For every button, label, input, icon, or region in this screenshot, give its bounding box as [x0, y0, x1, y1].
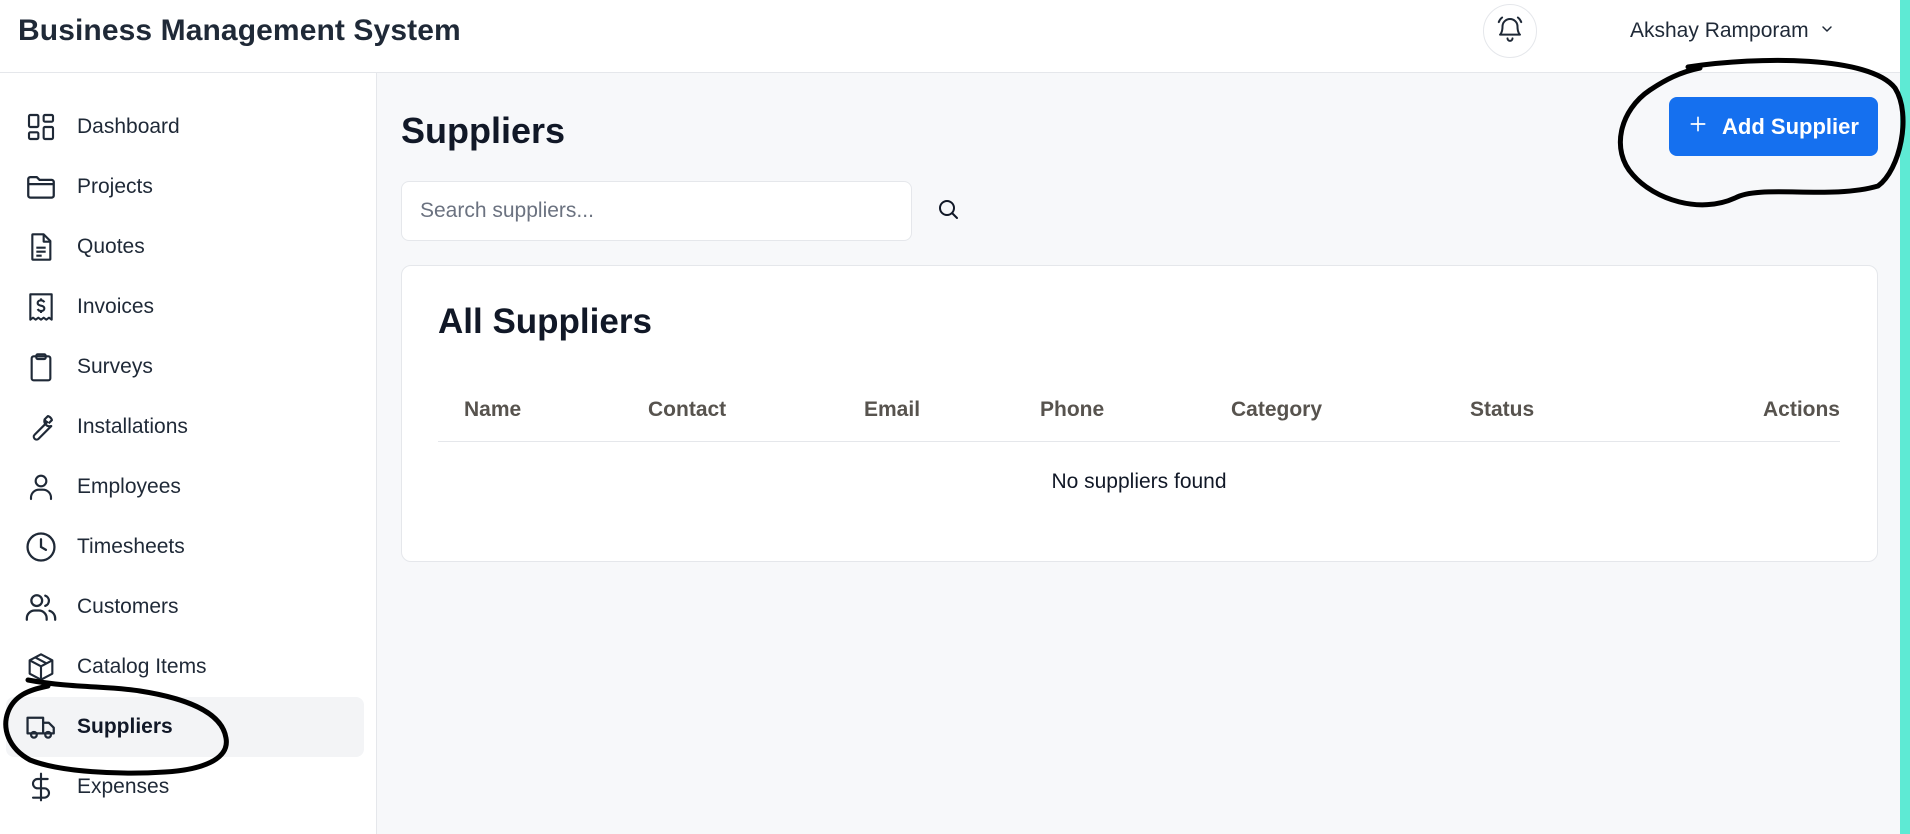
add-supplier-button[interactable]: Add Supplier	[1669, 97, 1878, 156]
document-icon	[24, 230, 58, 264]
column-header-phone: Phone	[1040, 398, 1105, 421]
sidebar-item-label: Projects	[77, 175, 153, 198]
plus-icon	[1688, 114, 1708, 140]
sidebar-item-label: Timesheets	[77, 535, 185, 558]
wrench-icon	[24, 410, 58, 444]
sidebar-item-surveys[interactable]: Surveys	[6, 337, 364, 397]
sidebar-item-label: Suppliers	[77, 715, 173, 738]
suppliers-card: All Suppliers Name Contact Email Phone C…	[401, 265, 1878, 562]
column-header-name: Name	[464, 398, 522, 421]
sidebar-item-installations[interactable]: Installations	[6, 397, 364, 457]
package-icon	[24, 650, 58, 684]
clock-icon	[24, 530, 58, 564]
sidebar-item-employees[interactable]: Employees	[6, 457, 364, 517]
sidebar-item-expenses[interactable]: Expenses	[6, 757, 364, 817]
clipboard-icon	[24, 350, 58, 384]
truck-icon	[24, 710, 58, 744]
sidebar-item-invoices[interactable]: Invoices	[6, 277, 364, 337]
sidebar-item-label: Invoices	[77, 295, 155, 318]
sidebar-item-label: Customers	[77, 595, 179, 618]
sidebar-item-suppliers[interactable]: Suppliers	[6, 697, 364, 757]
column-header-actions: Actions	[1762, 398, 1840, 421]
sidebar: Dashboard Projects Quotes Invoices Surve…	[0, 73, 377, 834]
main-content: Suppliers Add Supplier All Suppliers Nam…	[377, 73, 1900, 834]
user-name: Akshay Ramporam	[1630, 19, 1809, 42]
app-title: Business Management System	[18, 14, 461, 47]
dashboard-icon	[24, 110, 58, 144]
add-supplier-label: Add Supplier	[1722, 113, 1859, 139]
column-header-status: Status	[1470, 398, 1535, 421]
sidebar-item-label: Dashboard	[77, 115, 180, 138]
top-header: Business Management System Akshay Rampor…	[0, 0, 1900, 73]
card-title: All Suppliers	[438, 302, 652, 341]
page-title: Suppliers	[401, 110, 566, 151]
table-header: Name Contact Email Phone Category Status…	[438, 386, 1840, 442]
sidebar-item-label: Expenses	[77, 775, 170, 798]
sidebar-item-timesheets[interactable]: Timesheets	[6, 517, 364, 577]
column-header-category: Category	[1231, 398, 1323, 421]
folder-icon	[24, 170, 58, 204]
column-header-email: Email	[864, 398, 921, 421]
receipt-icon	[24, 290, 58, 324]
sidebar-item-catalog-items[interactable]: Catalog Items	[6, 637, 364, 697]
sidebar-item-label: Surveys	[77, 355, 153, 378]
search-button[interactable]	[930, 193, 966, 229]
window-edge	[1900, 0, 1910, 834]
dollar-icon	[24, 770, 58, 804]
sidebar-item-customers[interactable]: Customers	[6, 577, 364, 637]
search-icon	[936, 197, 960, 226]
sidebar-item-dashboard[interactable]: Dashboard	[6, 97, 364, 157]
user-menu[interactable]: Akshay Ramporam	[1630, 16, 1835, 46]
bell-icon	[1495, 14, 1525, 49]
app-window: Business Management System Akshay Rampor…	[0, 0, 1910, 834]
search-input[interactable]	[402, 182, 911, 240]
sidebar-item-quotes[interactable]: Quotes	[6, 217, 364, 277]
sidebar-item-label: Quotes	[77, 235, 145, 258]
sidebar-item-projects[interactable]: Projects	[6, 157, 364, 217]
empty-state-message: No suppliers found	[1051, 470, 1227, 493]
notifications-button[interactable]	[1483, 4, 1537, 58]
sidebar-item-label: Installations	[77, 415, 188, 438]
chevron-down-icon	[1819, 21, 1835, 42]
sidebar-item-label: Employees	[77, 475, 181, 498]
users-icon	[24, 590, 58, 624]
search-box	[401, 181, 912, 241]
user-icon	[24, 470, 58, 504]
sidebar-item-label: Catalog Items	[77, 655, 207, 678]
column-header-contact: Contact	[648, 398, 727, 421]
